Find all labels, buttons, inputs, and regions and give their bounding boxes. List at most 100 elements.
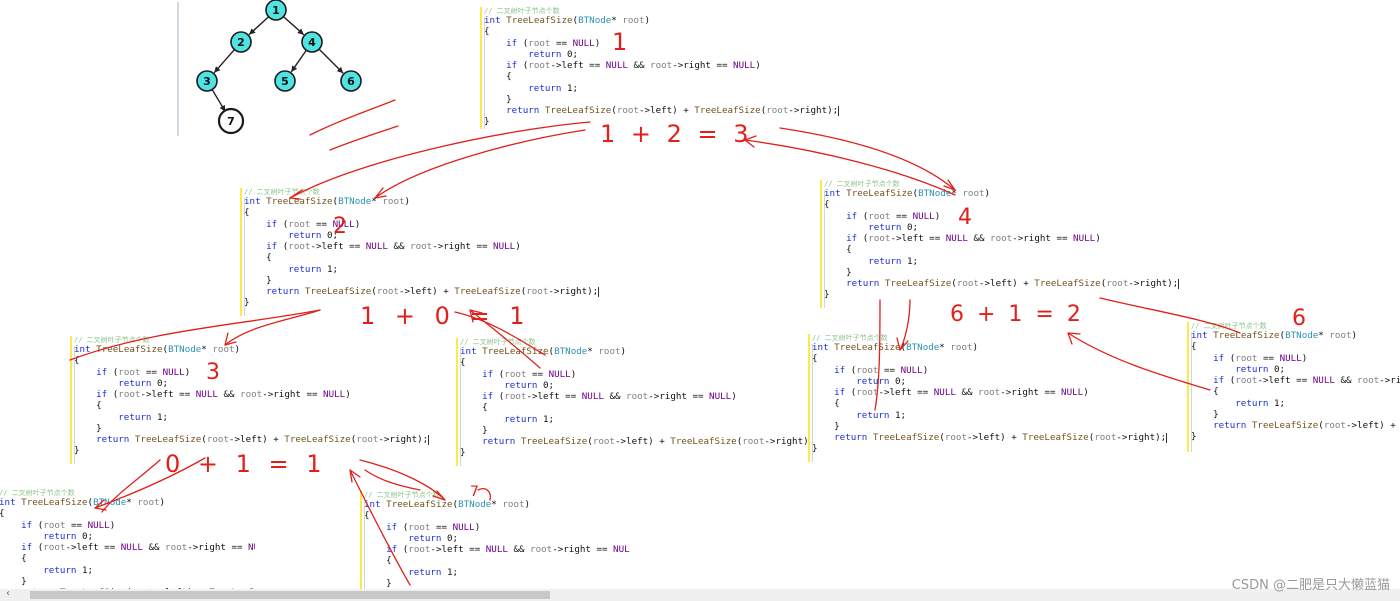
code-line: return 1; — [408, 566, 459, 578]
code-line: { — [1191, 386, 1219, 398]
code-line: return 1; — [856, 409, 907, 421]
code-line: if (root->left == NULL && root->right ==… — [96, 389, 351, 400]
code-comment: // 二叉树叶子节点个数 — [824, 180, 900, 188]
code-line: } — [244, 274, 272, 286]
code-line: return TreeLeafSize(root->left) + TreeLe… — [96, 434, 430, 445]
code-line: } — [0, 575, 27, 587]
code-line: } — [812, 420, 840, 432]
code-line: { — [1191, 341, 1197, 353]
code-line: { — [0, 553, 27, 565]
tree-node-3: 3 — [196, 70, 218, 92]
tree-edge-arrowhead — [291, 65, 298, 72]
tree-node-label: 5 — [281, 75, 289, 88]
code-line: if (root == NULL) — [96, 366, 191, 378]
code-line: } — [824, 289, 830, 301]
code-line: if (root == NULL) — [21, 519, 116, 531]
code-line: } — [484, 93, 512, 105]
annotation-node7-number: 7 — [470, 484, 479, 500]
code-line: if (root == NULL) — [834, 364, 929, 376]
tree-node-2: 2 — [230, 31, 252, 53]
code-line: if (root == NULL) — [506, 37, 601, 49]
code-line: return 1; — [868, 255, 919, 267]
code-line: return TreeLeafSize(root->left) + TreeLe… — [846, 278, 1180, 289]
code-line: } — [1191, 408, 1219, 420]
code-block-node-4: // 二叉树叶子节点个数 int TreeLeafSize(BTNode* roo… — [820, 180, 1180, 308]
annotation-top-root: 1 — [612, 28, 628, 56]
code-line: return 1; — [43, 564, 94, 576]
code-line: if (root == NULL) — [846, 210, 941, 222]
tree-node-1: 1 — [265, 0, 287, 21]
code-line: { — [484, 26, 490, 38]
code-signature: int TreeLeafSize(BTNode* root) — [484, 15, 651, 26]
code-line: { — [364, 555, 392, 567]
annotation-node4-number: 4 — [958, 205, 972, 230]
code-line: { — [244, 252, 272, 264]
code-line: { — [244, 207, 250, 219]
code-line: return TreeLeafSize(root->left) + TreeLe… — [266, 286, 600, 297]
code-line: } — [74, 422, 102, 434]
code-line: return TreeLeafSize(root->left) + TreeLe… — [506, 105, 840, 116]
divider-line — [177, 2, 179, 136]
code-block-node-2: // 二叉树叶子节点个数 int TreeLeafSize(BTNode* roo… — [240, 188, 600, 316]
code-line: } — [812, 443, 818, 455]
code-line: return 0; — [408, 532, 459, 544]
tree-node-6: 6 — [340, 70, 362, 92]
code-line: return 1; — [504, 413, 555, 425]
code-line: if (root->left == NULL && root->right ==… — [506, 60, 761, 71]
annotation-node3-number: 3 — [206, 360, 220, 385]
code-signature: int TreeLeafSize(BTNode* root) — [0, 497, 166, 508]
tree-node-label: 4 — [308, 36, 316, 49]
code-line: } — [364, 577, 392, 589]
code-block-node-5: // 二叉树叶子节点个数 int TreeLeafSize(BTNode* roo… — [808, 334, 1168, 462]
code-comment: // 二叉树叶子节点个数 — [244, 188, 320, 196]
code-line: { — [484, 71, 512, 83]
code-line: } — [460, 424, 488, 436]
code-comment: // 二叉树叶子节点个数 — [364, 491, 440, 499]
code-comment: // 二叉树叶子节点个数 — [484, 7, 560, 15]
scrollbar-thumb[interactable] — [30, 591, 550, 599]
scroll-left-arrow-icon[interactable]: ‹ — [6, 588, 10, 599]
code-comment: // 二叉树叶子节点个数 — [812, 334, 888, 342]
code-comment: // 二叉树叶子节点个数 — [0, 489, 75, 497]
code-line: } — [1191, 431, 1197, 443]
code-line: return 0; — [504, 379, 555, 391]
tree-node-4: 4 — [301, 31, 323, 53]
code-line: { — [824, 199, 830, 211]
code-block-root: // 二叉树叶子节点个数 int TreeLeafSize(BTNode* roo… — [480, 7, 840, 129]
tree-node-5: 5 — [274, 70, 296, 92]
code-line: if (root == NULL) — [482, 368, 577, 380]
code-line: if (root->left == NULL && root->right ==… — [266, 241, 521, 252]
code-line: return 1; — [1235, 397, 1286, 409]
code-block-node-3: // 二叉树叶子节点个数 int TreeLeafSize(BTNode* roo… — [70, 336, 430, 464]
code-line: { — [824, 244, 852, 256]
code-comment: // 二叉树叶子节点个数 — [460, 338, 536, 346]
code-signature: int TreeLeafSize(BTNode* root) — [824, 188, 991, 199]
code-signature: int TreeLeafSize(BTNode* root) — [244, 196, 411, 207]
horizontal-scrollbar[interactable]: ‹ — [0, 588, 1400, 601]
annotation-node6-number: 6 — [1292, 306, 1306, 331]
annotation-top-sum: 1 + 2 = 3 — [600, 120, 753, 148]
tree-node-label: 1 — [272, 4, 280, 17]
tree-node-label: 3 — [203, 75, 211, 88]
code-line: return 0; — [288, 229, 339, 241]
code-line: return 1; — [528, 82, 579, 94]
code-line: if (root->left == NULL && root->right ==… — [386, 544, 630, 555]
code-line: { — [460, 402, 488, 414]
code-comment: // 二叉树叶子节点个数 — [74, 336, 150, 344]
code-block-node-null-right-2: // 二叉树叶子节点个数 int TreeLeafSize(BTNode* roo… — [456, 338, 816, 466]
code-line: { — [74, 355, 80, 367]
code-line: return 0; — [118, 377, 169, 389]
code-signature: int TreeLeafSize(BTNode* root) — [460, 346, 627, 357]
code-line: return 1; — [118, 411, 169, 423]
binary-tree-diagram: 1 2 4 3 5 6 7 — [196, 0, 362, 135]
annotation-node2-number: 2 — [333, 214, 347, 239]
code-line: if (root->left == NULL && root->right ==… — [482, 391, 737, 402]
code-block-node-7-left: // 二叉树叶子节点个数 int TreeLeafSize(BTNode* roo… — [0, 489, 255, 589]
csdn-watermark: CSDN @二肥是只大懒蓝猫 — [1231, 578, 1390, 593]
code-line: if (root->left == NULL && root->right ==… — [21, 542, 255, 553]
code-line: return 1; — [288, 263, 339, 275]
code-line: { — [812, 353, 818, 365]
code-line: } — [460, 447, 466, 459]
code-line: if (root == NULL) — [1213, 352, 1308, 364]
code-line: return 0; — [1235, 363, 1286, 375]
